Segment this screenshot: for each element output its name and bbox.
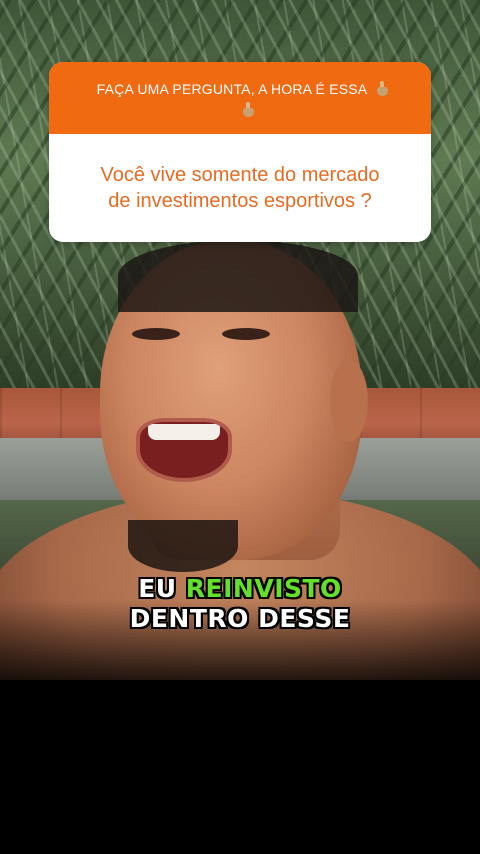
question-sticker[interactable]: FAÇA UMA PERGUNTA, A HORA É ESSA Você vi… — [49, 62, 431, 242]
pointing-down-icon — [243, 102, 255, 118]
question-text-line-2: de investimentos esportivos ? — [108, 190, 372, 212]
person-eye-left — [132, 328, 180, 340]
video-caption: EU REINVISTO DENTRO DESSE — [0, 574, 480, 634]
person-eye-right — [222, 328, 270, 340]
caption-line-2: DENTRO DESSE — [129, 604, 351, 633]
question-sticker-header: FAÇA UMA PERGUNTA, A HORA É ESSA — [49, 62, 431, 134]
question-sticker-body: Você vive somente do mercado de investim… — [49, 134, 431, 242]
story-frame: FAÇA UMA PERGUNTA, A HORA É ESSA Você vi… — [0, 0, 480, 854]
person-beard — [128, 520, 238, 572]
person-hair — [118, 240, 358, 312]
question-sticker-prompt: FAÇA UMA PERGUNTA, A HORA É ESSA — [96, 81, 368, 97]
pointing-down-icon — [377, 81, 389, 97]
caption-highlight-word: REINVISTO — [185, 574, 342, 603]
question-text-line-1: Você vive somente do mercado — [100, 164, 380, 186]
person-ear — [330, 360, 368, 442]
person-mouth — [136, 418, 232, 482]
caption-word: EU — [138, 574, 177, 603]
caption-line-1: EU REINVISTO — [0, 574, 480, 604]
person-teeth — [148, 424, 220, 440]
